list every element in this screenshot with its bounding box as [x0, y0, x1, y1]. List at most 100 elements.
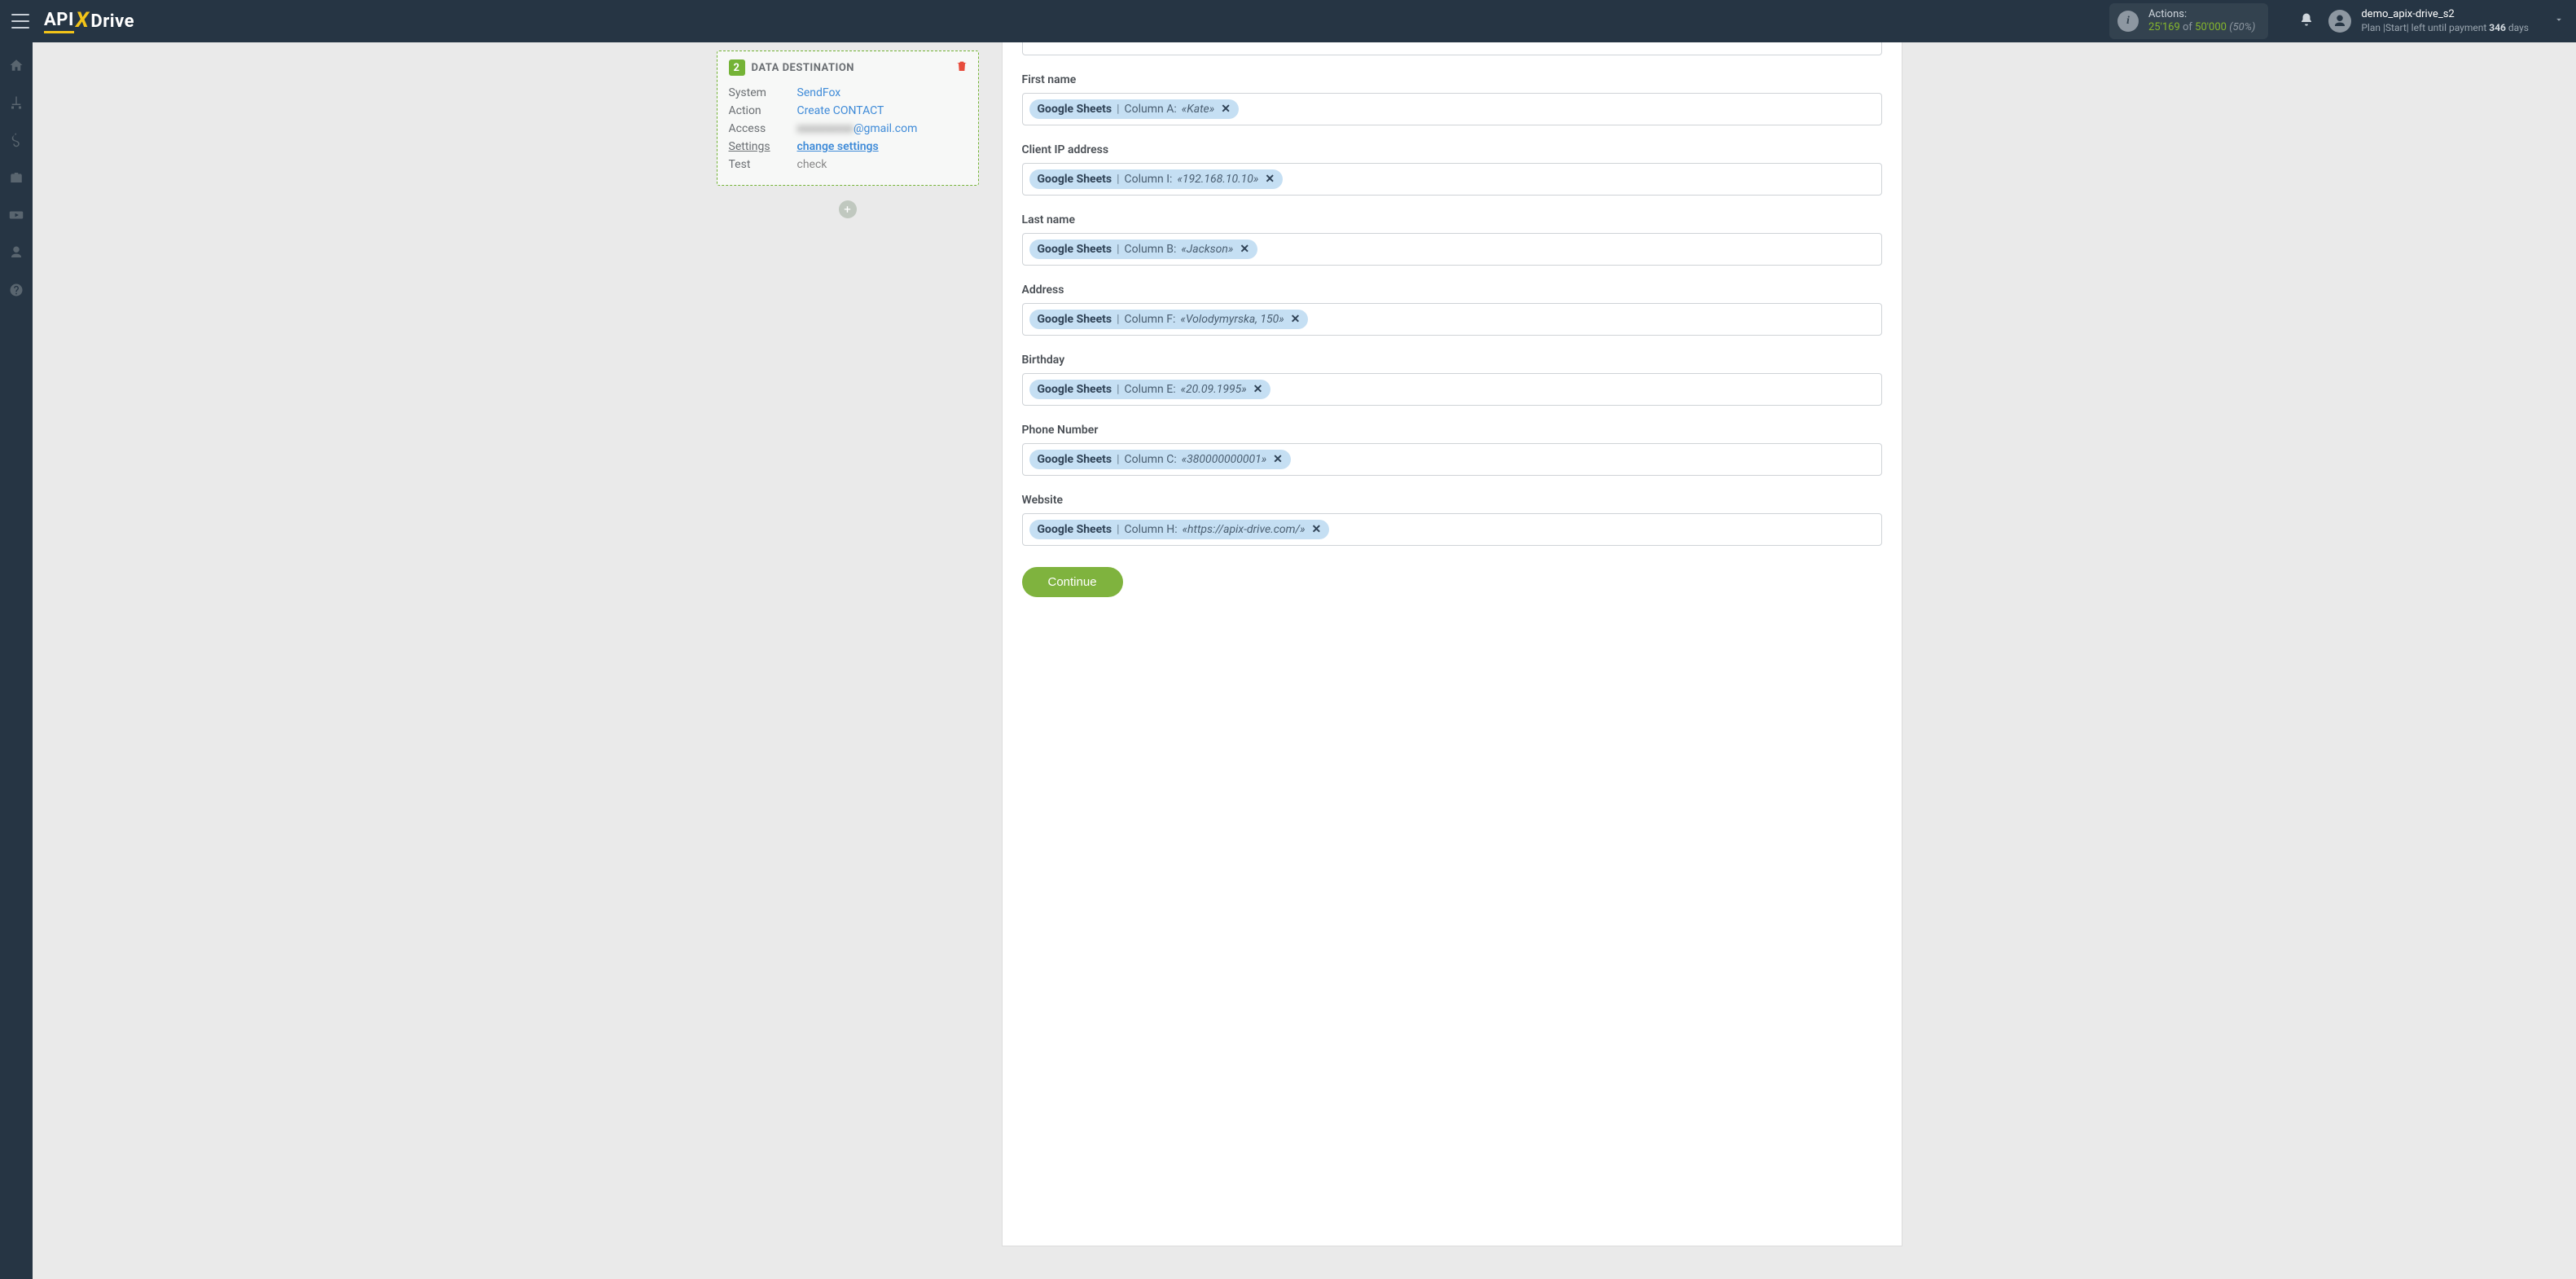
tag-separator: |: [1117, 173, 1119, 186]
hamburger-menu-icon[interactable]: [11, 14, 29, 29]
logo-drive: Drive: [90, 11, 134, 32]
tag-column: Column H:: [1125, 523, 1178, 536]
tag-column: Column A:: [1125, 103, 1177, 116]
remove-tag-icon[interactable]: ✕: [1265, 173, 1275, 186]
destination-title-row: 2 DATA DESTINATION: [729, 59, 967, 76]
bell-icon[interactable]: [2299, 12, 2314, 30]
tag-source: Google Sheets: [1038, 173, 1112, 186]
tag-separator: |: [1117, 243, 1119, 256]
help-icon[interactable]: [8, 282, 24, 298]
tag-column: Column E:: [1125, 383, 1176, 396]
add-destination-button[interactable]: +: [839, 200, 857, 218]
field-group: Address Google Sheets | Column F: «Volody…: [1022, 283, 1882, 336]
actions-of: of: [2183, 21, 2195, 33]
mapping-tag[interactable]: Google Sheets | Column C: «380000000001»…: [1029, 450, 1291, 469]
cutoff-field-box[interactable]: [1022, 42, 1882, 55]
youtube-icon[interactable]: [8, 207, 24, 223]
actions-counter[interactable]: i Actions: 25'169 of 50'000 (50%): [2109, 3, 2268, 38]
remove-tag-icon[interactable]: ✕: [1240, 243, 1249, 256]
home-icon[interactable]: [8, 57, 24, 73]
field-group: Client IP address Google Sheets | Column …: [1022, 143, 1882, 196]
tag-source: Google Sheets: [1038, 103, 1112, 116]
chevron-down-icon: [2553, 14, 2565, 29]
field-label: Address: [1022, 283, 1882, 297]
briefcase-icon[interactable]: [8, 169, 24, 186]
tag-source: Google Sheets: [1038, 453, 1112, 466]
field-input[interactable]: Google Sheets | Column A: «Kate» ✕: [1022, 93, 1882, 125]
dest-row-test: Testcheck: [729, 156, 967, 174]
tag-separator: |: [1117, 453, 1119, 466]
field-label: Website: [1022, 494, 1882, 507]
change-settings-link[interactable]: change settings: [797, 140, 879, 153]
main-panel: First name Google Sheets | Column A: «Kat…: [1002, 42, 1902, 1246]
avatar-icon: [2328, 10, 2351, 33]
field-group: First name Google Sheets | Column A: «Kat…: [1022, 73, 1882, 125]
mapping-tag[interactable]: Google Sheets | Column I: «192.168.10.10…: [1029, 169, 1284, 189]
user-name: demo_apix-drive_s2: [2361, 8, 2529, 21]
logo-x: X: [76, 8, 90, 33]
field-group: Phone Number Google Sheets | Column C: «3…: [1022, 424, 1882, 476]
tag-separator: |: [1117, 103, 1119, 116]
left-sidebar: [0, 42, 33, 1279]
user-plan: Plan |Start| left until payment 346 days: [2361, 22, 2529, 34]
tag-value: «380000000001»: [1182, 453, 1266, 466]
tag-value: «20.09.1995»: [1181, 383, 1247, 396]
logo[interactable]: APIXDrive: [44, 9, 134, 33]
field-input[interactable]: Google Sheets | Column E: «20.09.1995» ✕: [1022, 373, 1882, 406]
trash-icon[interactable]: [955, 59, 968, 76]
field-label: Last name: [1022, 213, 1882, 226]
field-group: Birthday Google Sheets | Column E: «20.09…: [1022, 354, 1882, 406]
remove-tag-icon[interactable]: ✕: [1221, 103, 1231, 116]
field-label: First name: [1022, 73, 1882, 86]
dest-row-action: ActionCreate CONTACT: [729, 102, 967, 120]
tag-column: Column B:: [1125, 243, 1177, 256]
sitemap-icon[interactable]: [8, 94, 24, 111]
tag-column: Column C:: [1125, 453, 1177, 466]
tag-value: «Jackson»: [1181, 243, 1233, 256]
tag-separator: |: [1117, 383, 1119, 396]
mapping-tag[interactable]: Google Sheets | Column E: «20.09.1995» ✕: [1029, 380, 1271, 399]
mapping-tag[interactable]: Google Sheets | Column F: «Volodymyrska,…: [1029, 310, 1309, 329]
actions-total: 50'000: [2195, 21, 2227, 33]
field-input[interactable]: Google Sheets | Column B: «Jackson» ✕: [1022, 233, 1882, 266]
remove-tag-icon[interactable]: ✕: [1291, 313, 1301, 326]
destination-title: DATA DESTINATION: [752, 62, 854, 74]
tag-separator: |: [1117, 523, 1119, 536]
destination-card: 2 DATA DESTINATION SystemSendFox ActionC…: [717, 51, 979, 186]
destination-badge: 2: [729, 59, 745, 76]
tag-source: Google Sheets: [1038, 243, 1112, 256]
remove-tag-icon[interactable]: ✕: [1312, 523, 1322, 536]
continue-button[interactable]: Continue: [1022, 567, 1123, 597]
field-label: Client IP address: [1022, 143, 1882, 156]
dest-row-access: Accessxxxxxxxxxx@gmail.com: [729, 120, 967, 138]
field-label: Birthday: [1022, 354, 1882, 367]
tag-column: Column F:: [1125, 313, 1176, 326]
user-menu[interactable]: demo_apix-drive_s2 Plan |Start| left unt…: [2328, 8, 2565, 33]
field-input[interactable]: Google Sheets | Column H: «https://apix-…: [1022, 513, 1882, 546]
dollar-icon[interactable]: [8, 132, 24, 148]
field-label: Phone Number: [1022, 424, 1882, 437]
mapping-tag[interactable]: Google Sheets | Column H: «https://apix-…: [1029, 520, 1330, 539]
side-panel: 2 DATA DESTINATION SystemSendFox ActionC…: [669, 42, 979, 1246]
info-icon: i: [2117, 11, 2139, 32]
tag-source: Google Sheets: [1038, 383, 1112, 396]
tag-source: Google Sheets: [1038, 523, 1112, 536]
field-input[interactable]: Google Sheets | Column F: «Volodymyrska,…: [1022, 303, 1882, 336]
tag-value: «Kate»: [1182, 103, 1214, 116]
mapping-tag[interactable]: Google Sheets | Column B: «Jackson» ✕: [1029, 240, 1258, 259]
tag-value: «192.168.10.10»: [1177, 173, 1258, 186]
field-input[interactable]: Google Sheets | Column I: «192.168.10.10…: [1022, 163, 1882, 196]
field-input[interactable]: Google Sheets | Column C: «380000000001»…: [1022, 443, 1882, 476]
mapping-tag[interactable]: Google Sheets | Column A: «Kate» ✕: [1029, 99, 1239, 119]
tag-column: Column I:: [1125, 173, 1173, 186]
logo-api: API: [44, 10, 74, 33]
actions-label: Actions:: [2148, 8, 2255, 21]
tag-value: «https://apix-drive.com/»: [1183, 523, 1306, 536]
tag-separator: |: [1117, 313, 1119, 326]
dest-row-settings: Settingschange settings: [729, 138, 967, 156]
user-icon[interactable]: [8, 244, 24, 261]
field-group: Last name Google Sheets | Column B: «Jack…: [1022, 213, 1882, 266]
remove-tag-icon[interactable]: ✕: [1253, 383, 1263, 396]
remove-tag-icon[interactable]: ✕: [1273, 453, 1283, 466]
tag-value: «Volodymyrska, 150»: [1180, 313, 1284, 326]
